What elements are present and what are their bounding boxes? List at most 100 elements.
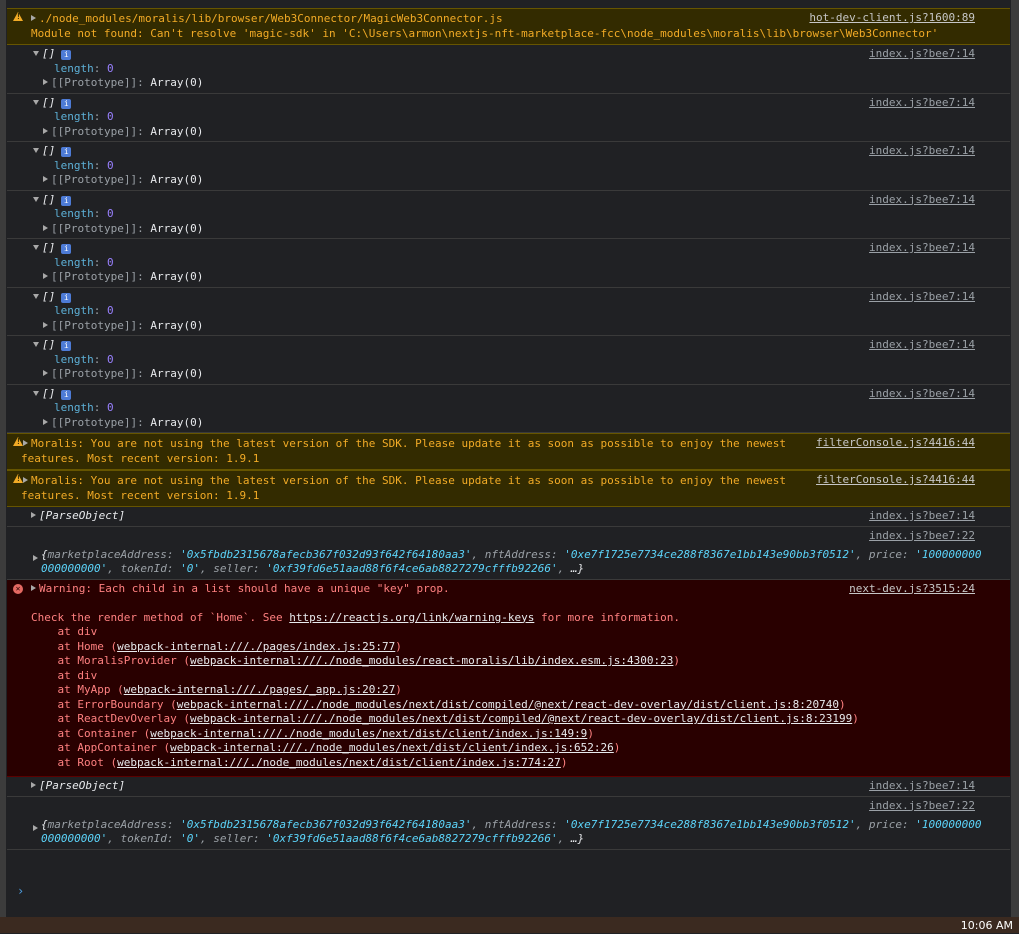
expand-arrow-icon[interactable] — [31, 782, 36, 788]
collapse-arrow-icon[interactable] — [33, 196, 39, 202]
source-link[interactable]: filterConsole.js?4416:44 — [816, 436, 975, 451]
length-key: length — [54, 352, 94, 366]
console-array-log[interactable]: [] i length: 0 [[Prototype]]: Array(0) index… — [7, 288, 1010, 336]
expand-arrow-icon[interactable] — [31, 512, 36, 518]
source-link[interactable]: index.js?bee7:22 — [869, 529, 975, 544]
warning-keys-link[interactable]: https://reactjs.org/link/warning-keys — [289, 611, 534, 624]
expand-arrow-icon[interactable] — [43, 127, 48, 134]
length-value: 0 — [107, 110, 114, 123]
length-key: length — [54, 207, 94, 220]
source-link[interactable]: filterConsole.js?4416:44 — [816, 473, 975, 488]
source-link[interactable]: index.js?bee7:14 — [869, 290, 975, 305]
expand-arrow-icon[interactable] — [43, 176, 48, 182]
expand-arrow-icon[interactable] — [43, 224, 48, 231]
taskbar-clock[interactable]: 10:06 AM — [961, 919, 1013, 934]
info-icon[interactable]: i — [61, 50, 72, 60]
expand-arrow-icon[interactable] — [43, 321, 48, 328]
console-parse-object[interactable]: [ParseObject] index.js?bee7:14 — [7, 777, 1010, 797]
stack-frame-link[interactable]: webpack-internal:///./node_modules/next/… — [150, 727, 587, 740]
length-value: 0 — [107, 61, 114, 75]
source-link[interactable]: index.js?bee7:14 — [869, 47, 975, 62]
console-array-log[interactable]: [] i length: 0 [[Prototype]]: Array(0) index… — [7, 45, 1010, 94]
collapse-arrow-icon[interactable] — [33, 51, 39, 56]
stack-frame-link[interactable]: webpack-internal:///./node_modules/next/… — [170, 741, 614, 754]
collapse-arrow-icon[interactable] — [33, 245, 39, 250]
console-parse-object[interactable]: [ParseObject] index.js?bee7:14 — [7, 507, 1010, 527]
prototype-value: Array(0) — [150, 270, 204, 283]
window-left-edge — [0, 0, 6, 917]
console-warning-moralis-sdk[interactable]: Moralis: You are not using the latest ve… — [7, 470, 1010, 507]
collapse-arrow-icon[interactable] — [33, 390, 39, 396]
console-array-log[interactable]: [] i length: 0 [[Prototype]]: Array(0) index… — [7, 94, 1010, 142]
expand-arrow-icon[interactable] — [33, 554, 38, 561]
console-object-listing[interactable]: index.js?bee7:22 {marketplaceAddress: '0… — [7, 527, 1010, 580]
warning-icon — [13, 474, 23, 483]
source-link[interactable]: index.js?bee7:14 — [869, 96, 975, 111]
array-label: [] — [42, 144, 56, 157]
console-warning-moralis-sdk[interactable]: Moralis: You are not using the latest ve… — [7, 433, 1010, 470]
prototype-key: [[Prototype]] — [51, 76, 138, 89]
array-label: [] — [42, 241, 56, 254]
collapse-arrow-icon[interactable] — [33, 342, 39, 347]
source-link[interactable]: index.js?bee7:14 — [869, 193, 975, 208]
expand-arrow-icon[interactable] — [43, 370, 48, 376]
info-icon[interactable]: i — [61, 195, 72, 206]
expand-arrow-icon[interactable] — [23, 440, 28, 446]
length-value: 0 — [107, 207, 114, 220]
prototype-value: Array(0) — [150, 221, 204, 235]
source-link[interactable]: next-dev.js?3515:24 — [849, 582, 975, 597]
warning-line-1: Moralis: You are not using the latest ve… — [31, 474, 786, 487]
length-value: 0 — [107, 352, 114, 366]
info-icon[interactable]: i — [61, 244, 72, 254]
stack-frame-link[interactable]: webpack-internal:///./node_modules/react… — [190, 654, 673, 667]
stack-frame-link[interactable]: webpack-internal:///./pages/index.js:25:… — [117, 640, 395, 653]
length-value: 0 — [107, 255, 114, 269]
console-array-log[interactable]: [] i length: 0 [[Prototype]]: Array(0) index… — [7, 336, 1010, 385]
collapse-arrow-icon[interactable] — [33, 293, 39, 299]
info-icon[interactable]: i — [61, 98, 72, 109]
source-link[interactable]: index.js?bee7:14 — [869, 509, 975, 524]
console-prompt-icon[interactable]: › — [17, 884, 24, 899]
prototype-value: Array(0) — [150, 318, 204, 332]
stack-frame-link[interactable]: webpack-internal:///./pages/_app.js:20:2… — [124, 683, 396, 696]
expand-arrow-icon[interactable] — [31, 15, 36, 21]
stack-frame-link[interactable]: webpack-internal:///./node_modules/next/… — [190, 712, 852, 725]
collapse-arrow-icon[interactable] — [33, 148, 39, 153]
source-link[interactable]: index.js?bee7:22 — [869, 799, 975, 814]
object-preview: {marketplaceAddress: '0x5fbdb2315678afec… — [33, 818, 1010, 847]
console-warning-module-not-found[interactable]: ./node_modules/moralis/lib/browser/Web3C… — [7, 8, 1010, 45]
source-link[interactable]: index.js?bee7:14 — [869, 387, 975, 402]
source-link[interactable]: index.js?bee7:14 — [869, 144, 975, 159]
info-icon[interactable]: i — [61, 389, 72, 400]
expand-arrow-icon[interactable] — [43, 79, 48, 85]
info-icon[interactable]: i — [61, 341, 72, 351]
expand-arrow-icon[interactable] — [31, 584, 36, 591]
console-object-listing[interactable]: index.js?bee7:22 {marketplaceAddress: '0… — [7, 797, 1010, 850]
stack-frame: at AppContainer (webpack-internal:///./n… — [31, 741, 621, 754]
window-right-edge — [1011, 0, 1019, 917]
console-error-key-prop[interactable]: ✕ Warning: Each child in a list should h… — [7, 579, 1010, 777]
console-array-log[interactable]: [] i length: 0 [[Prototype]]: Array(0) index… — [7, 142, 1010, 191]
array-label: [] — [42, 192, 56, 206]
console-array-log[interactable]: [] i length: 0 [[Prototype]]: Array(0) index… — [7, 385, 1010, 433]
error-check-line: Check the render method of `Home`. See h… — [31, 610, 681, 624]
expand-arrow-icon[interactable] — [43, 418, 48, 425]
source-link[interactable]: index.js?bee7:14 — [869, 338, 975, 353]
console-array-log[interactable]: [] i length: 0 [[Prototype]]: Array(0) index… — [7, 191, 1010, 239]
expand-arrow-icon[interactable] — [33, 824, 38, 831]
prototype-key: [[Prototype]] — [51, 124, 138, 138]
warning-path: ./node_modules/moralis/lib/browser/Web3C… — [39, 12, 503, 25]
expand-arrow-icon[interactable] — [23, 477, 28, 483]
stack-frame-link[interactable]: webpack-internal:///./node_modules/next/… — [177, 698, 839, 711]
stack-frame-link[interactable]: webpack-internal:///./node_modules/next/… — [117, 756, 561, 769]
source-link[interactable]: index.js?bee7:14 — [869, 241, 975, 256]
info-icon[interactable]: i — [61, 292, 72, 303]
length-key: length — [54, 110, 94, 123]
expand-arrow-icon[interactable] — [43, 273, 48, 279]
info-icon[interactable]: i — [61, 147, 72, 157]
console-array-log[interactable]: [] i length: 0 [[Prototype]]: Array(0) index… — [7, 239, 1010, 288]
console-log[interactable]: ./node_modules/moralis/lib/browser/Web3C… — [7, 8, 1010, 917]
source-link[interactable]: hot-dev-client.js?1600:89 — [809, 11, 975, 26]
collapse-arrow-icon[interactable] — [33, 99, 39, 105]
source-link[interactable]: index.js?bee7:14 — [869, 779, 975, 794]
